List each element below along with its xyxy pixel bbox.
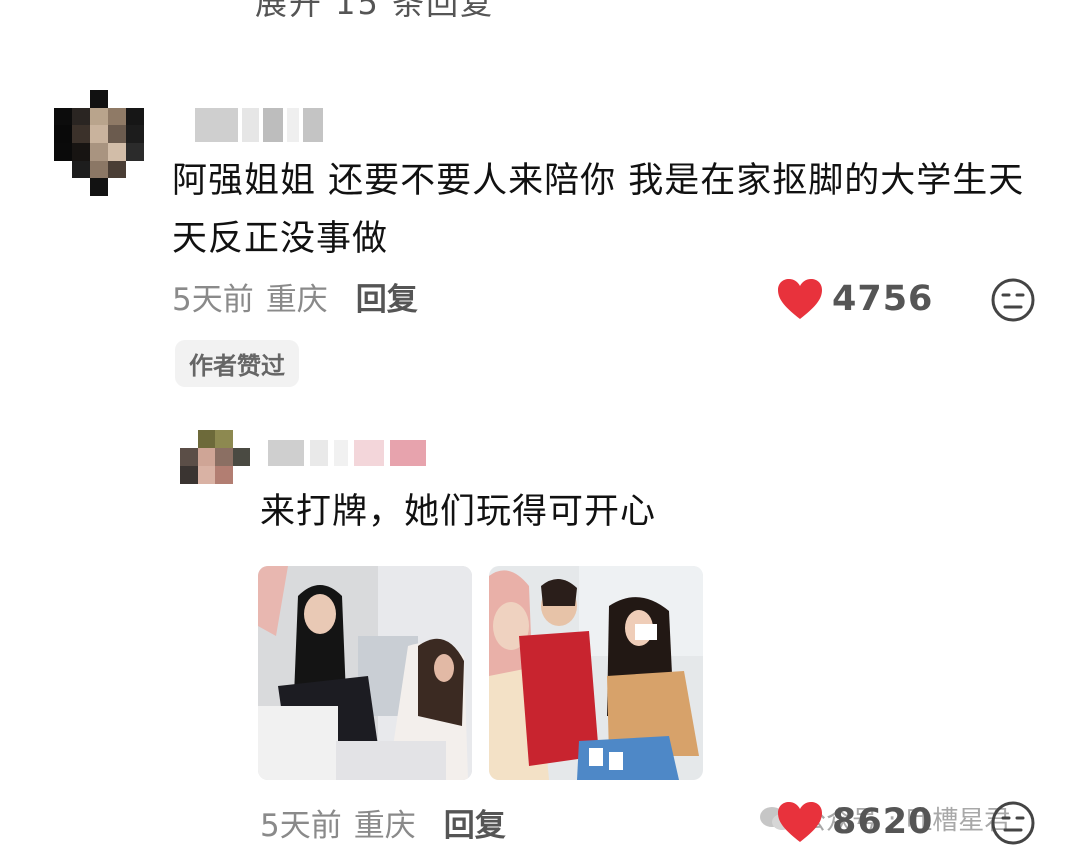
reply-time: 5天前	[260, 808, 342, 844]
comment-thread: 展开 15 条回复 阿强姐姐 还要不要人来陪你 我是在家抠脚的大学生天天反正没事…	[0, 0, 1080, 860]
like-count: 4756	[832, 279, 934, 319]
comment-meta: 5天前 重庆 回复	[172, 274, 418, 319]
reply-heart-icon	[778, 802, 822, 842]
reply-username-blurred[interactable]	[268, 440, 426, 466]
reply-like-count: 8620	[832, 802, 934, 842]
reply-text: 来打牌，她们玩得可开心	[260, 492, 657, 532]
avatar[interactable]	[54, 90, 144, 196]
username-blurred[interactable]	[195, 108, 324, 142]
author-liked-badge: 作者赞过	[175, 340, 299, 387]
photo-2-image	[489, 566, 703, 780]
heart-icon	[778, 279, 822, 319]
reply-photo-2[interactable]	[489, 566, 703, 780]
expand-replies-link[interactable]: 展开 15 条回复	[255, 0, 494, 24]
comment-time: 5天前	[172, 282, 254, 318]
reply-location: 重庆	[353, 808, 416, 844]
comment-text: 阿强姐姐 还要不要人来陪你 我是在家抠脚的大学生天天反正没事做	[172, 161, 1025, 259]
like-button[interactable]: 4756	[776, 277, 933, 321]
reply-like-button[interactable]: 8620	[776, 800, 933, 844]
photo-1-image	[258, 566, 472, 780]
reply-meta: 5天前 重庆 回复	[260, 800, 506, 845]
dislike-face-icon[interactable]	[990, 277, 1036, 323]
comment-location: 重庆	[265, 282, 328, 318]
reply-dislike-face-icon[interactable]	[990, 800, 1036, 846]
reply-button[interactable]: 回复	[356, 274, 418, 319]
reply-avatar[interactable]	[180, 430, 250, 484]
reply-photo-1[interactable]	[258, 566, 472, 780]
reply-reply-button[interactable]: 回复	[444, 800, 506, 845]
